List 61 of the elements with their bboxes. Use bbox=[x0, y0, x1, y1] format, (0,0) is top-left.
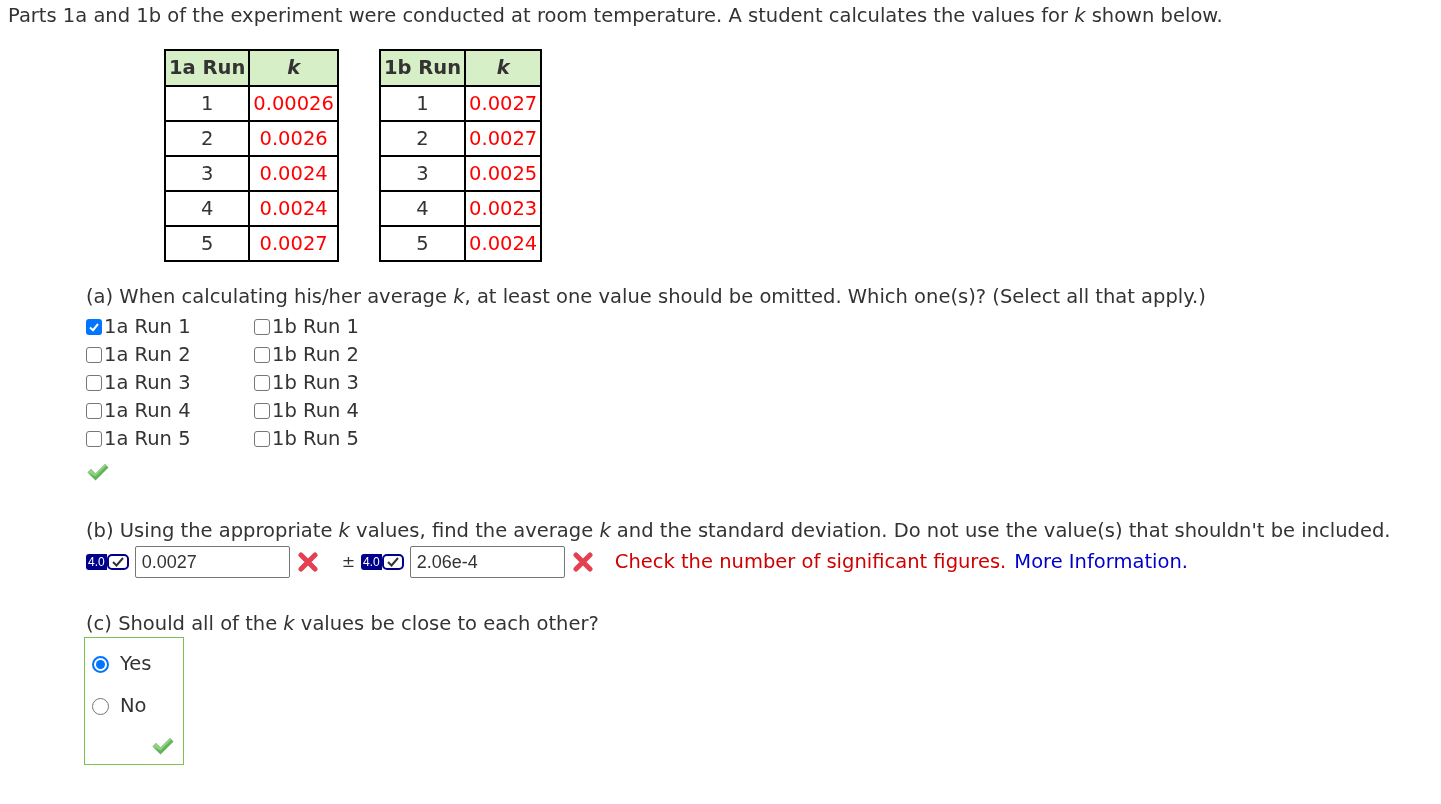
column-header: 1b Run bbox=[379, 50, 466, 86]
option-label: 1a Run 5 bbox=[104, 428, 191, 450]
question-text: (b) Using the appropriate k values, find the average k and the standard deviation. Do not use the value(s) that shouldn't be included. bbox=[86, 520, 1392, 542]
table-cell: 0.0024 bbox=[249, 191, 338, 226]
option-label: 1b Run 3 bbox=[272, 372, 359, 394]
checkbox[interactable] bbox=[254, 431, 270, 447]
table-cell: 3 bbox=[379, 156, 466, 191]
question-text: (c) Should all of the k values be close to each other? bbox=[86, 613, 600, 635]
column-header: k bbox=[249, 50, 338, 86]
table-cell: 3 bbox=[165, 156, 250, 191]
table-cell: 5 bbox=[379, 226, 466, 261]
option-label: 1b Run 5 bbox=[272, 428, 359, 450]
sig-fig-badge[interactable]: 4.0 bbox=[361, 554, 382, 570]
table-cell: 0.0024 bbox=[249, 156, 338, 191]
radio-button[interactable] bbox=[92, 655, 109, 673]
option-label: 1b Run 1 bbox=[272, 316, 359, 338]
option-label: 1b Run 2 bbox=[272, 344, 359, 366]
checkbox[interactable] bbox=[254, 403, 270, 419]
plus-minus-sign: ± bbox=[341, 551, 356, 573]
input-field[interactable]: 0.0027 bbox=[134, 546, 290, 578]
table-cell: 0.0023 bbox=[465, 191, 542, 226]
option-label: 1a Run 1 bbox=[104, 316, 191, 338]
checkbox[interactable] bbox=[86, 347, 102, 363]
intro-text: Parts 1a and 1b of the experiment were conducted at room temperature. A student calculates the values for k shown below. bbox=[8, 5, 1224, 27]
table-cell: 1 bbox=[165, 86, 250, 121]
option-label: No bbox=[120, 695, 147, 717]
checkbox[interactable] bbox=[254, 319, 270, 335]
table-cell: 2 bbox=[379, 121, 466, 156]
question-text: (a) When calculating his/her average k, at least one value should be omitted. Which one(s)? (Select all that apply.) bbox=[86, 286, 1207, 308]
column-header: k bbox=[465, 50, 542, 86]
checkbox[interactable] bbox=[86, 319, 102, 335]
feedback-text: Check the number of significant figures. bbox=[614, 551, 1007, 573]
option-label: 1a Run 2 bbox=[104, 344, 191, 366]
option-label: 1b Run 4 bbox=[272, 400, 359, 422]
checkbox[interactable] bbox=[86, 375, 102, 391]
table-cell: 2 bbox=[165, 121, 250, 156]
more-information-link[interactable]: More Information. bbox=[1014, 551, 1188, 573]
table-cell: 0.0027 bbox=[465, 121, 542, 156]
checkbox[interactable] bbox=[86, 403, 102, 419]
option-label: 1a Run 3 bbox=[104, 372, 191, 394]
input-field[interactable]: 2.06e-4 bbox=[409, 546, 565, 578]
table-cell: 5 bbox=[165, 226, 250, 261]
option-label: Yes bbox=[120, 653, 152, 675]
table-cell: 0.0026 bbox=[249, 121, 338, 156]
column-header: 1a Run bbox=[165, 50, 250, 86]
checkbox[interactable] bbox=[254, 375, 270, 391]
table-cell: 1 bbox=[379, 86, 466, 121]
sig-fig-badge[interactable]: 4.0 bbox=[86, 554, 107, 570]
table-cell: 0.0027 bbox=[465, 86, 542, 121]
table-cell: 4 bbox=[165, 191, 250, 226]
table-cell: 0.0025 bbox=[465, 156, 542, 191]
radio-button[interactable] bbox=[92, 697, 109, 715]
table-cell: 0.0027 bbox=[249, 226, 338, 261]
check-box-icon[interactable] bbox=[381, 554, 404, 570]
table-cell: 4 bbox=[379, 191, 466, 226]
checkbox[interactable] bbox=[86, 431, 102, 447]
checkbox[interactable] bbox=[254, 347, 270, 363]
table-cell: 0.0024 bbox=[465, 226, 542, 261]
option-label: 1a Run 4 bbox=[104, 400, 191, 422]
table-cell: 0.00026 bbox=[249, 86, 338, 121]
check-box-icon[interactable] bbox=[106, 554, 129, 570]
